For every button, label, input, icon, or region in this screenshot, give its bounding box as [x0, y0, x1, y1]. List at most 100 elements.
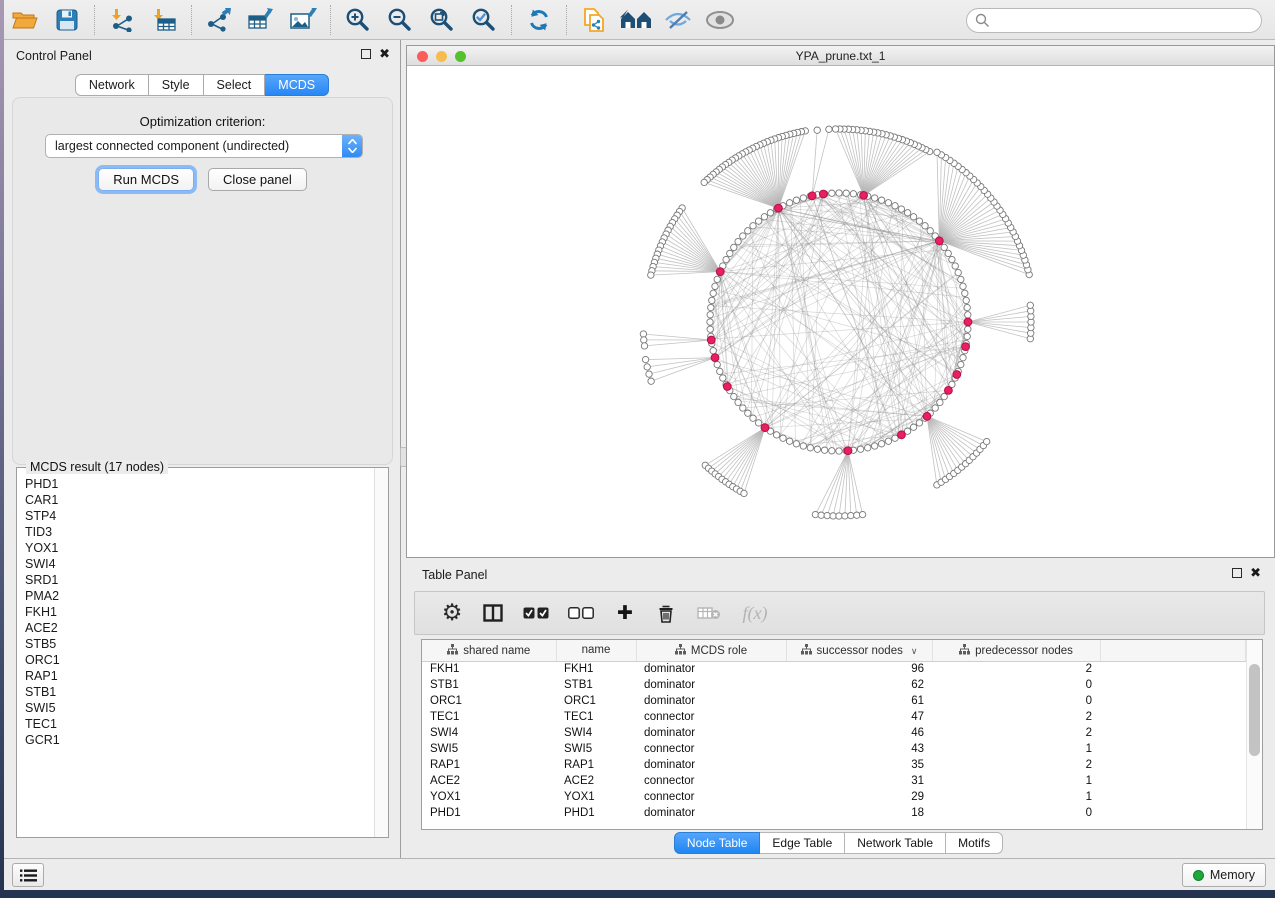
- cell-mcds_role[interactable]: dominator: [636, 661, 786, 677]
- mcds-result-item[interactable]: STB1: [25, 684, 373, 700]
- cell-name[interactable]: STB1: [556, 677, 636, 693]
- column-header-MCDS-role[interactable]: MCDS role: [636, 640, 786, 661]
- mcds-result-item[interactable]: STB5: [25, 636, 373, 652]
- cell-mcds_role[interactable]: connector: [636, 773, 786, 789]
- show-eye-icon[interactable]: [703, 4, 737, 36]
- cell-name[interactable]: SWI4: [556, 725, 636, 741]
- table-scrollbar[interactable]: [1246, 640, 1262, 829]
- cell-shared_name[interactable]: ORC1: [422, 693, 556, 709]
- cell-successor_nodes[interactable]: 96: [786, 661, 932, 677]
- cell-predecessor_nodes[interactable]: 1: [932, 773, 1100, 789]
- cell-predecessor_nodes[interactable]: 0: [932, 677, 1100, 693]
- table-row[interactable]: ORC1ORC1dominator610: [422, 693, 1246, 709]
- open-folder-icon[interactable]: [8, 4, 42, 36]
- float-table-panel-icon[interactable]: [1232, 568, 1242, 578]
- zoom-in-icon[interactable]: [341, 4, 375, 36]
- table-scrollbar-thumb[interactable]: [1249, 664, 1260, 756]
- cell-name[interactable]: PHD1: [556, 805, 636, 821]
- cell-name[interactable]: ACE2: [556, 773, 636, 789]
- cell-mcds_role[interactable]: connector: [636, 789, 786, 805]
- cell-name[interactable]: SWI5: [556, 741, 636, 757]
- cell-name[interactable]: RAP1: [556, 757, 636, 773]
- function-builder-icon[interactable]: f(x): [731, 598, 779, 628]
- network-graph[interactable]: [407, 66, 1274, 557]
- cell-predecessor_nodes[interactable]: 2: [932, 757, 1100, 773]
- task-history-button[interactable]: [12, 863, 44, 887]
- table-row[interactable]: FKH1FKH1dominator962: [422, 661, 1246, 677]
- network-title-bar[interactable]: YPA_prune.txt_1: [407, 46, 1274, 66]
- zoom-fit-icon[interactable]: [425, 4, 459, 36]
- gear-icon[interactable]: ⚙: [433, 598, 471, 628]
- cell-shared_name[interactable]: PHD1: [422, 805, 556, 821]
- tab-node-table[interactable]: Node Table: [674, 832, 761, 854]
- cell-shared_name[interactable]: SWI4: [422, 725, 556, 741]
- close-panel-button[interactable]: Close panel: [208, 168, 307, 191]
- table-row[interactable]: SWI5SWI5connector431: [422, 741, 1246, 757]
- cell-predecessor_nodes[interactable]: 2: [932, 725, 1100, 741]
- column-header-shared-name[interactable]: shared name: [422, 640, 556, 661]
- cell-successor_nodes[interactable]: 46: [786, 725, 932, 741]
- cell-predecessor_nodes[interactable]: 0: [932, 805, 1100, 821]
- cell-successor_nodes[interactable]: 62: [786, 677, 932, 693]
- cell-successor_nodes[interactable]: 18: [786, 805, 932, 821]
- mcds-result-item[interactable]: SWI4: [25, 556, 373, 572]
- cell-name[interactable]: FKH1: [556, 661, 636, 677]
- refresh-icon[interactable]: [522, 4, 556, 36]
- table-row[interactable]: SWI4SWI4dominator462: [422, 725, 1246, 741]
- mcds-result-item[interactable]: PHD1: [25, 476, 373, 492]
- cell-successor_nodes[interactable]: 29: [786, 789, 932, 805]
- home-views-icon[interactable]: [619, 4, 653, 36]
- zoom-out-icon[interactable]: [383, 4, 417, 36]
- criterion-select[interactable]: largest connected component (undirected): [45, 134, 363, 158]
- tab-mcds[interactable]: MCDS: [265, 74, 329, 96]
- result-scrollbar[interactable]: [374, 468, 388, 837]
- cell-successor_nodes[interactable]: 35: [786, 757, 932, 773]
- cell-name[interactable]: TEC1: [556, 709, 636, 725]
- cell-successor_nodes[interactable]: 61: [786, 693, 932, 709]
- export-network-icon[interactable]: [202, 4, 236, 36]
- mcds-result-item[interactable]: SRD1: [25, 572, 373, 588]
- column-header-name[interactable]: name: [556, 640, 636, 661]
- mcds-result-item[interactable]: RAP1: [25, 668, 373, 684]
- cell-shared_name[interactable]: TEC1: [422, 709, 556, 725]
- cell-successor_nodes[interactable]: 43: [786, 741, 932, 757]
- column-header-predecessor-nodes[interactable]: predecessor nodes: [932, 640, 1100, 661]
- cell-shared_name[interactable]: ACE2: [422, 773, 556, 789]
- mcds-result-item[interactable]: ACE2: [25, 620, 373, 636]
- cell-predecessor_nodes[interactable]: 1: [932, 789, 1100, 805]
- tab-motifs[interactable]: Motifs: [946, 832, 1003, 854]
- cell-predecessor_nodes[interactable]: 2: [932, 709, 1100, 725]
- cell-predecessor_nodes[interactable]: 1: [932, 741, 1100, 757]
- save-icon[interactable]: [50, 4, 84, 36]
- table-row[interactable]: TEC1TEC1connector472: [422, 709, 1246, 725]
- copy-network-icon[interactable]: [577, 4, 611, 36]
- cell-shared_name[interactable]: STB1: [422, 677, 556, 693]
- cell-predecessor_nodes[interactable]: 2: [932, 661, 1100, 677]
- cell-mcds_role[interactable]: dominator: [636, 725, 786, 741]
- select-all-checkboxes-icon[interactable]: [515, 598, 557, 628]
- mcds-result-item[interactable]: SWI5: [25, 700, 373, 716]
- mcds-result-item[interactable]: TEC1: [25, 716, 373, 732]
- table-row[interactable]: STB1STB1dominator620: [422, 677, 1246, 693]
- mcds-result-item[interactable]: TID3: [25, 524, 373, 540]
- cell-mcds_role[interactable]: dominator: [636, 677, 786, 693]
- sort-chevron-icon[interactable]: ∨: [911, 646, 918, 657]
- mcds-result-list[interactable]: PHD1CAR1STP4TID3YOX1SWI4SRD1PMA2FKH1ACE2…: [18, 476, 373, 836]
- cell-mcds_role[interactable]: connector: [636, 709, 786, 725]
- tab-network-table[interactable]: Network Table: [845, 832, 946, 854]
- mcds-result-item[interactable]: YOX1: [25, 540, 373, 556]
- close-table-panel-icon[interactable]: ✖: [1250, 568, 1261, 578]
- network-canvas[interactable]: [407, 66, 1274, 557]
- delete-column-icon[interactable]: [645, 598, 687, 628]
- import-table-icon[interactable]: [147, 4, 181, 36]
- tab-style[interactable]: Style: [149, 74, 204, 96]
- add-column-icon[interactable]: ✚: [605, 598, 645, 628]
- memory-button[interactable]: Memory: [1182, 863, 1266, 887]
- cell-shared_name[interactable]: RAP1: [422, 757, 556, 773]
- cell-mcds_role[interactable]: dominator: [636, 805, 786, 821]
- table-row[interactable]: YOX1YOX1connector291: [422, 789, 1246, 805]
- split-columns-icon[interactable]: [471, 598, 515, 628]
- search-input[interactable]: [995, 14, 1261, 28]
- zoom-selected-icon[interactable]: [467, 4, 501, 36]
- run-mcds-button[interactable]: Run MCDS: [98, 168, 194, 191]
